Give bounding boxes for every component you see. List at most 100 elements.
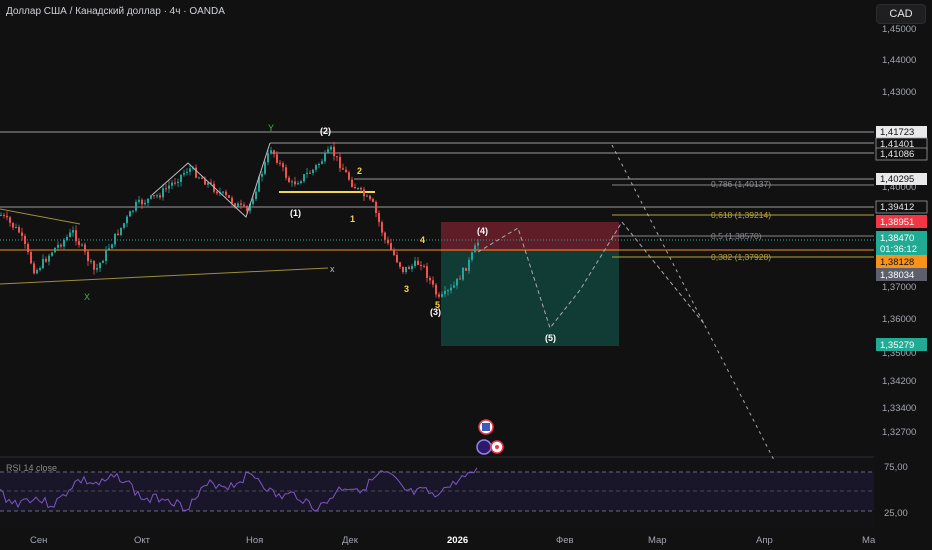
candle-body [465, 267, 467, 271]
candle-body [162, 188, 164, 198]
candle-body [132, 210, 134, 212]
wave-label-1: 1 [350, 214, 355, 224]
wave-label-2: 2 [357, 166, 362, 176]
wave-label-X: X [84, 292, 90, 302]
candle-body [111, 244, 113, 249]
candle-body [225, 191, 227, 196]
candle-body [21, 232, 23, 236]
candle-body [315, 165, 317, 170]
candle-body [165, 188, 167, 190]
candle-body [372, 199, 374, 202]
wave-label-4-paren: (4) [477, 226, 488, 236]
price-tick: 1,43000 [882, 87, 916, 98]
candle-body [186, 171, 188, 173]
currency-selector-button[interactable]: CAD [876, 4, 926, 24]
candle-body [351, 179, 353, 187]
candle-body [96, 268, 98, 270]
price-tick: 1,33400 [882, 403, 916, 414]
time-label-year: 2026 [447, 535, 468, 546]
price-tick: 1,32700 [882, 427, 916, 438]
candle-body [237, 203, 239, 207]
price-pane[interactable] [0, 0, 874, 457]
stop-price-text: 1,38951 [880, 217, 914, 228]
candle-body [357, 187, 359, 189]
candle-body [273, 150, 275, 155]
event-group-icon[interactable] [476, 439, 492, 455]
wave-label-5: 5 [435, 300, 440, 310]
candle-body [402, 266, 404, 273]
candle-body [123, 223, 125, 228]
candle-body [396, 254, 398, 263]
candle-body [168, 185, 170, 189]
candle-body [48, 255, 50, 262]
candle-body [228, 195, 230, 198]
candle-body [51, 252, 53, 256]
candle-body [57, 244, 59, 248]
candle-body [117, 233, 119, 236]
candle-body [477, 242, 479, 246]
candle-body [450, 287, 452, 291]
candle-body [81, 244, 83, 246]
candle-body [120, 227, 122, 236]
price-chart[interactable]: 0,786 (1,40137) 0,618 (1,39214) 0,5 (1,3… [0, 0, 932, 550]
candle-body [390, 243, 392, 250]
candle-body [30, 252, 32, 264]
candle-body [474, 245, 476, 253]
candle-body [300, 181, 302, 184]
candle-body [72, 230, 74, 233]
candle-body [159, 195, 161, 198]
candle-body [216, 191, 218, 194]
time-label: Мар [648, 535, 667, 546]
chart-app: 0,786 (1,40137) 0,618 (1,39214) 0,5 (1,3… [0, 0, 932, 550]
level-label-41086: 1,41086 [880, 149, 914, 160]
candle-body [414, 260, 416, 266]
stop-loss-zone [441, 222, 619, 251]
candle-body [126, 216, 128, 224]
candle-body [411, 265, 413, 270]
rsi-tick: 75,00 [884, 462, 908, 473]
candle-body [285, 167, 287, 178]
candle-body [252, 199, 254, 204]
candle-body [75, 230, 77, 242]
candle-body [54, 247, 56, 253]
wave-label-3: 3 [404, 284, 409, 294]
time-label: Ноя [246, 535, 263, 546]
candle-body [318, 163, 320, 166]
candle-body [27, 243, 29, 253]
candle-body [39, 268, 41, 270]
wave-label-2-paren: (2) [320, 126, 331, 136]
candle-body [171, 182, 173, 186]
candle-body [129, 211, 131, 217]
rsi-indicator-title[interactable]: RSI 14 close [6, 463, 57, 473]
candle-body [267, 153, 269, 163]
candle-body [294, 181, 296, 185]
candle-body [105, 249, 107, 261]
wave-label-4: 4 [420, 235, 425, 245]
symbol-title[interactable]: Доллар США / Канадский доллар · 4ч · OAN… [6, 6, 225, 17]
candle-body [264, 162, 266, 174]
price-tick: 1,34200 [882, 376, 916, 387]
candle-body [303, 174, 305, 182]
candle-body [42, 258, 44, 269]
candle-body [432, 280, 434, 285]
candle-body [93, 260, 95, 270]
candle-body [366, 195, 368, 197]
candle-body [222, 191, 224, 193]
candle-body [150, 195, 152, 199]
candle-body [438, 294, 440, 297]
candle-body [90, 260, 92, 262]
candle-body [405, 266, 407, 273]
candle-body [423, 265, 425, 267]
candle-body [69, 232, 71, 238]
candle-body [9, 217, 11, 223]
candle-body [387, 239, 389, 244]
candle-body [417, 260, 419, 265]
candle-body [33, 263, 35, 274]
candle-body [0, 214, 2, 216]
candle-body [60, 244, 62, 247]
candle-body [378, 213, 380, 223]
rsi-tick: 25,00 [884, 508, 908, 519]
candle-body [246, 206, 248, 211]
candle-body [336, 156, 338, 158]
candle-body [399, 262, 401, 267]
